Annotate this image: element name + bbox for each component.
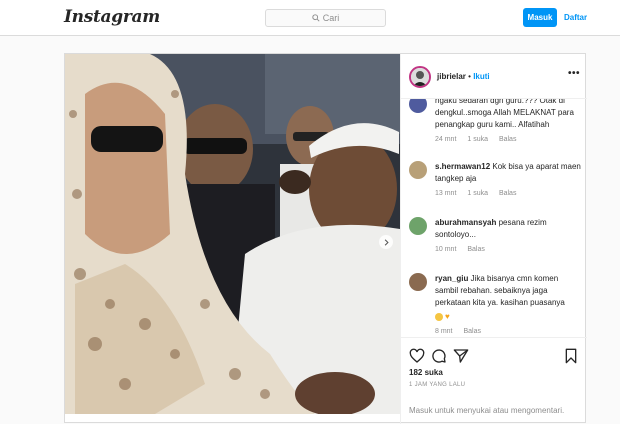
- reply-button[interactable]: Balas: [499, 190, 517, 197]
- comment-username[interactable]: s.hermawan12: [435, 162, 490, 171]
- post-header: jibrielar • Ikuti •••: [401, 54, 587, 99]
- post-sidebar: jibrielar • Ikuti ••• ngaku sedaran dgn …: [400, 54, 587, 424]
- avatar[interactable]: [409, 217, 427, 235]
- comments-list[interactable]: ngaku sedaran dgn guru.??? Otak di dengk…: [401, 99, 587, 337]
- comment-text: aburahmansyah pesana rezim sontoloyo...: [435, 217, 581, 241]
- comment-likes[interactable]: 1 suka: [467, 136, 488, 143]
- comment-likes[interactable]: 1 suka: [467, 190, 488, 197]
- comment-meta: 24 mnt 1 suka Balas: [435, 136, 581, 143]
- instagram-logo[interactable]: Instagram: [64, 7, 160, 27]
- chevron-right-icon: [384, 238, 389, 246]
- separator-dot: •: [468, 72, 471, 81]
- reply-button[interactable]: Balas: [467, 246, 485, 253]
- post-timestamp: 1 JAM YANG LALU: [409, 382, 466, 388]
- heart-emoji-icon: ♥: [445, 312, 450, 321]
- reply-button[interactable]: Balas: [463, 328, 481, 335]
- comment-meta: 10 mnt Balas: [435, 246, 581, 253]
- add-comment-prompt[interactable]: Masuk untuk menyukai atau mengomentari.: [409, 406, 564, 415]
- post-author: jibrielar • Ikuti: [437, 72, 490, 81]
- comment-item: aburahmansyah pesana rezim sontoloyo... …: [409, 217, 581, 253]
- avatar[interactable]: [409, 66, 431, 88]
- avatar[interactable]: [409, 99, 427, 113]
- post-photo[interactable]: [65, 54, 400, 414]
- avatar-image: [411, 68, 429, 86]
- comment-item: ngaku sedaran dgn guru.??? Otak di dengk…: [409, 99, 581, 143]
- avatar[interactable]: [409, 273, 427, 291]
- comment-item: s.hermawan12 Kok bisa ya aparat maen tan…: [409, 161, 581, 197]
- comment-username[interactable]: aburahmansyah: [435, 218, 496, 227]
- search-icon: [312, 14, 320, 22]
- post-card: jibrielar • Ikuti ••• ngaku sedaran dgn …: [64, 53, 587, 424]
- heart-icon[interactable]: [409, 348, 425, 364]
- more-options-icon[interactable]: •••: [568, 68, 580, 79]
- search-input[interactable]: Cari: [265, 9, 386, 27]
- comment-item: ryan_giu Jika bisanya cmn komen sambil r…: [409, 273, 581, 335]
- comment-time: 10 mnt: [435, 246, 457, 253]
- comment-meta: 13 mnt 1 suka Balas: [435, 190, 581, 197]
- top-navigation-bar: Instagram Cari Masuk Daftar: [0, 0, 620, 36]
- follow-button[interactable]: Ikuti: [473, 72, 489, 81]
- signup-link[interactable]: Daftar: [564, 8, 587, 27]
- post-actions: 182 suka 1 JAM YANG LALU Masuk untuk men…: [401, 337, 587, 424]
- comment-username[interactable]: ryan_giu: [435, 274, 468, 283]
- comment-time: 13 mnt: [435, 190, 457, 197]
- author-username[interactable]: jibrielar: [437, 72, 466, 81]
- login-button[interactable]: Masuk: [523, 8, 557, 27]
- comment-emojis: ♥: [435, 311, 581, 323]
- smile-emoji-icon: [435, 313, 443, 321]
- comment-time: 24 mnt: [435, 136, 457, 143]
- next-photo-button[interactable]: [379, 235, 393, 249]
- comment-text: ryan_giu Jika bisanya cmn komen sambil r…: [435, 273, 581, 309]
- bookmark-icon[interactable]: [563, 348, 579, 364]
- share-icon[interactable]: [453, 348, 469, 364]
- comment-text: s.hermawan12 Kok bisa ya aparat maen tan…: [435, 161, 581, 185]
- post-photo-illustration: [65, 54, 400, 414]
- like-count[interactable]: 182 suka: [409, 368, 443, 377]
- comment-text: ngaku sedaran dgn guru.??? Otak di dengk…: [435, 99, 574, 129]
- search-placeholder: Cari: [322, 13, 340, 23]
- comment-time: 8 mnt: [435, 328, 453, 336]
- avatar[interactable]: [409, 161, 427, 179]
- reply-button[interactable]: Balas: [499, 136, 517, 143]
- comment-meta: 8 mnt Balas: [435, 328, 581, 335]
- comment-icon[interactable]: [431, 348, 447, 364]
